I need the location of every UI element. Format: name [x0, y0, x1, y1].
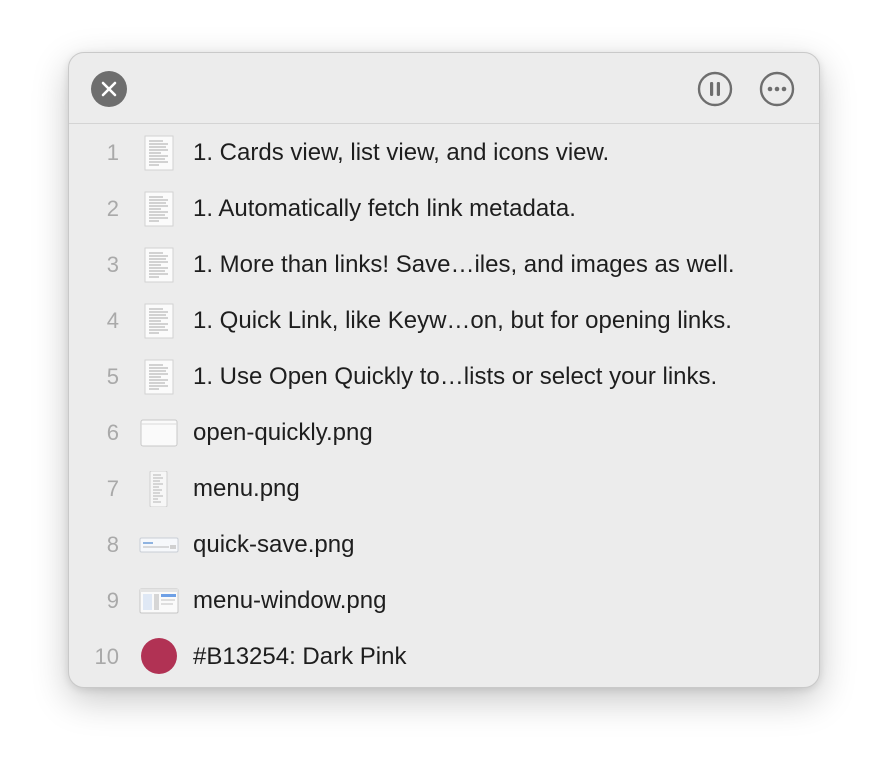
list-item[interactable]: 2 1. Automatically fetch link metadata. — [69, 181, 819, 237]
document-thumbnail-icon — [144, 191, 174, 227]
pause-button[interactable] — [697, 71, 733, 107]
document-thumbnail-icon — [144, 135, 174, 171]
document-thumbnail-icon — [144, 359, 174, 395]
item-index: 2 — [106, 196, 119, 221]
list-item[interactable]: 9 menu-window.png — [69, 573, 819, 629]
list-item[interactable]: 10 #B13254: Dark Pink — [69, 629, 819, 685]
document-thumbnail-icon — [144, 247, 174, 283]
toolbar — [69, 53, 819, 124]
ellipsis-icon — [759, 71, 795, 107]
item-label: 1. More than links! Save…iles, and image… — [193, 251, 735, 278]
item-label: 1. Quick Link, like Keyw…on, but for ope… — [193, 307, 732, 334]
image-thumbnail-icon — [139, 588, 179, 614]
close-icon — [101, 81, 117, 97]
list-item[interactable]: 5 1. Use Open Quickly to…lists or select… — [69, 349, 819, 405]
pause-icon — [697, 71, 733, 107]
list-item[interactable]: 4 1. Quick Link, like Keyw…on, but for o… — [69, 293, 819, 349]
close-button[interactable] — [91, 71, 127, 107]
item-index: 10 — [94, 644, 119, 669]
item-index: 7 — [106, 476, 119, 501]
color-swatch — [141, 638, 177, 674]
list-item[interactable]: 6 open-quickly.png — [69, 405, 819, 461]
image-thumbnail-icon — [149, 471, 168, 507]
list-item[interactable]: 7 menu.png — [69, 461, 819, 517]
list-item[interactable]: 8 quick-save.png — [69, 517, 819, 573]
document-thumbnail-icon — [144, 303, 174, 339]
item-label: #B13254: Dark Pink — [193, 643, 407, 670]
image-thumbnail-icon — [140, 419, 178, 447]
item-label: quick-save.png — [193, 531, 355, 558]
item-index: 4 — [106, 308, 119, 333]
list-item[interactable]: 1 1. Cards view, list view, and icons vi… — [69, 125, 819, 181]
clipboard-panel: 1 1. Cards view, list view, and icons vi… — [68, 52, 820, 688]
item-index: 6 — [106, 420, 119, 445]
more-options-button[interactable] — [759, 71, 795, 107]
item-label: 1. Use Open Quickly to…lists or select y… — [193, 363, 718, 390]
item-index: 9 — [106, 588, 119, 613]
item-label: menu.png — [193, 475, 300, 502]
item-label: 1. Automatically fetch link metadata. — [193, 195, 576, 222]
list-item[interactable]: 3 1. More than links! Save…iles, and ima… — [69, 237, 819, 293]
item-index: 5 — [106, 364, 119, 389]
item-index: 3 — [106, 252, 119, 277]
item-index: 8 — [106, 532, 119, 557]
item-label: open-quickly.png — [193, 419, 373, 446]
item-label: 1. Cards view, list view, and icons view… — [193, 139, 610, 166]
image-thumbnail-icon — [139, 537, 179, 553]
item-label: menu-window.png — [193, 587, 387, 614]
item-index: 1 — [106, 140, 119, 165]
